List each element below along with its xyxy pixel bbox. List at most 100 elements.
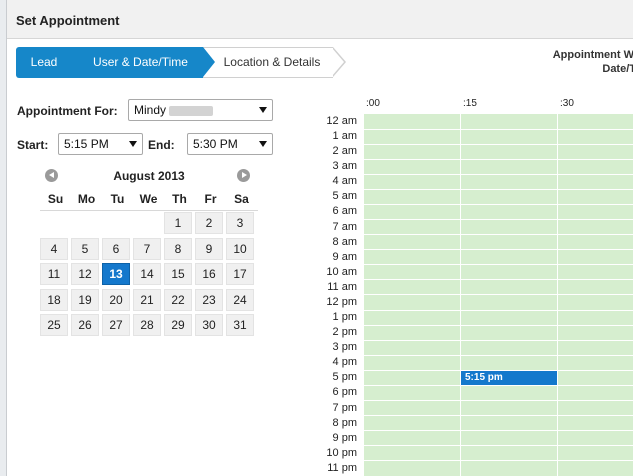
- step-separator-arrow: [72, 47, 84, 77]
- grid-row-divider: [364, 249, 633, 251]
- grid-row-divider: [364, 264, 633, 266]
- calendar-day[interactable]: 19: [71, 288, 99, 311]
- time-slot-grid[interactable]: 5:15 pm: [364, 114, 633, 476]
- calendar-day[interactable]: 26: [71, 314, 99, 336]
- calendar-day[interactable]: 9: [195, 237, 223, 260]
- calendar-day[interactable]: 31: [226, 314, 254, 336]
- hour-label: 1 am: [332, 130, 357, 143]
- calendar-day[interactable]: 10: [226, 237, 254, 260]
- calendar-day[interactable]: 24: [226, 288, 254, 311]
- hour-label: 9 am: [332, 250, 357, 263]
- wizard-steps: Lead User & Date/Time Location & Details: [16, 47, 346, 78]
- calendar-day[interactable]: 18: [40, 288, 68, 311]
- grid-row-divider: [364, 309, 633, 311]
- calendar-day[interactable]: 28: [133, 314, 161, 336]
- hour-label: 11 pm: [327, 461, 357, 474]
- grid-row-divider: [364, 294, 633, 296]
- weekday-label: Tu: [110, 192, 125, 206]
- weekday-label: Sa: [234, 192, 249, 206]
- calendar-day-selected[interactable]: 13: [102, 263, 130, 285]
- grid-row-divider: [364, 445, 633, 447]
- calendar-day[interactable]: 6: [102, 237, 130, 260]
- hour-label: 5 am: [332, 190, 357, 203]
- calendar-day[interactable]: 16: [195, 263, 223, 285]
- calendar-day[interactable]: 12: [71, 263, 99, 285]
- hour-label: 4 pm: [332, 356, 357, 369]
- grid-row-divider: [364, 158, 633, 160]
- wizard-step-location-details[interactable]: Location & Details: [203, 47, 333, 78]
- calendar-day[interactable]: 23: [195, 288, 223, 311]
- calendar-day[interactable]: 2: [195, 212, 223, 234]
- hour-label: 9 pm: [332, 431, 357, 444]
- minute-column-header: :30: [560, 98, 574, 109]
- hour-label: 12 pm: [326, 295, 357, 308]
- wizard-step-lead[interactable]: Lead: [16, 47, 72, 78]
- grid-row-divider: [364, 415, 633, 417]
- chevron-down-icon: [259, 107, 267, 113]
- appointment-window-line2: Date/T: [602, 63, 633, 75]
- calendar-day[interactable]: 17: [226, 263, 254, 285]
- weekday-label: We: [139, 192, 158, 206]
- calendar-day[interactable]: 27: [102, 314, 130, 336]
- end-label: End:: [148, 138, 175, 152]
- calendar-day[interactable]: 15: [164, 263, 192, 285]
- weekday-header-row: Su Mo Tu We Th Fr Sa: [40, 188, 258, 211]
- calendar-day[interactable]: 30: [195, 314, 223, 336]
- hour-label: 3 am: [332, 160, 357, 173]
- dialog-title: Set Appointment: [16, 13, 120, 28]
- grid-row-divider: [364, 188, 633, 190]
- grid-row-divider: [364, 324, 633, 326]
- grid-row-divider: [364, 339, 633, 341]
- calendar-day[interactable]: 4: [40, 237, 68, 260]
- calendar-day[interactable]: 25: [40, 314, 68, 336]
- grid-row-divider: [364, 143, 633, 145]
- set-appointment-dialog: Set Appointment Lead User & Date/Time Lo…: [6, 0, 633, 476]
- grid-row-divider: [364, 128, 633, 130]
- appointment-block[interactable]: 5:15 pm: [461, 370, 557, 385]
- grid-row-divider: [364, 234, 633, 236]
- chevron-down-icon: [259, 141, 267, 147]
- hour-label: 3 pm: [332, 341, 357, 354]
- calendar-day[interactable]: 7: [133, 237, 161, 260]
- hour-label: 7 pm: [332, 401, 357, 414]
- calendar-header: August 2013: [40, 164, 258, 188]
- dialog-titlebar: Set Appointment: [7, 0, 633, 39]
- hour-label: 8 pm: [332, 416, 357, 429]
- calendar-day[interactable]: 5: [71, 237, 99, 260]
- next-month-icon[interactable]: [237, 169, 250, 182]
- calendar-day[interactable]: 8: [164, 237, 192, 260]
- weekday-label: Mo: [77, 192, 96, 206]
- calendar-day[interactable]: 20: [102, 288, 130, 311]
- redacted-name-blur: [169, 105, 214, 116]
- step-end-arrow: [332, 48, 344, 76]
- weekday-label: Th: [172, 192, 187, 206]
- end-time-select[interactable]: 5:30 PM: [187, 133, 273, 155]
- grid-row-divider: [364, 354, 633, 356]
- calendar-day[interactable]: 11: [40, 263, 68, 285]
- calendar-day[interactable]: 21: [133, 288, 161, 311]
- calendar-day[interactable]: 14: [133, 263, 161, 285]
- hour-label: 2 am: [332, 145, 357, 158]
- end-time-value: 5:30 PM: [193, 137, 238, 151]
- calendar-month-label: August 2013: [113, 169, 185, 183]
- hour-label: 8 am: [332, 235, 357, 248]
- calendar-day[interactable]: 1: [164, 212, 192, 234]
- start-time-select[interactable]: 5:15 PM: [58, 133, 143, 155]
- wizard-step-user-datetime[interactable]: User & Date/Time: [72, 47, 203, 78]
- hour-label: 5 pm: [332, 371, 357, 384]
- calendar-day[interactable]: 3: [226, 212, 254, 234]
- appointment-for-label: Appointment For:: [17, 104, 118, 118]
- calendar-day[interactable]: 22: [164, 288, 192, 311]
- calendar-day[interactable]: 29: [164, 314, 192, 336]
- wizard-step-lead-label: Lead: [30, 55, 58, 69]
- appointment-for-value: Mindy: [134, 103, 167, 117]
- wizard-step-user-datetime-label: User & Date/Time: [93, 55, 188, 69]
- wizard-step-location-details-label: Location & Details: [223, 55, 321, 69]
- grid-row-divider: [364, 279, 633, 281]
- grid-row-divider: [364, 203, 633, 205]
- grid-row-divider: [364, 460, 633, 462]
- appointment-window-line1: Appointment W: [552, 49, 633, 61]
- hour-label: 10 am: [326, 265, 357, 278]
- grid-row-divider: [364, 173, 633, 175]
- appointment-for-select[interactable]: Mindy: [128, 99, 273, 121]
